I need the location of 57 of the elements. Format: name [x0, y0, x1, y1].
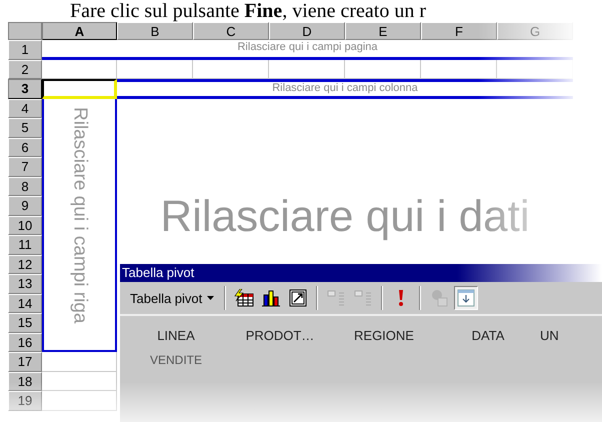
field-button[interactable]: DATA	[436, 326, 540, 345]
data-zone-label: Rilasciare qui i dati	[160, 192, 530, 240]
field-button[interactable]: REGIONE	[332, 326, 436, 345]
row-header[interactable]: 1	[8, 40, 42, 60]
caret-icon	[207, 296, 214, 300]
column-header[interactable]: D	[269, 22, 345, 40]
row-zone-label: Rilasciare qui i campi riga	[68, 106, 90, 323]
settings-icon	[429, 289, 450, 307]
field-button[interactable]: UN	[540, 326, 559, 345]
grid-cell[interactable]	[193, 60, 269, 79]
column-drop-zone[interactable]: Rilasciare qui i campi colonna	[117, 79, 573, 98]
grid-cell[interactable]	[42, 60, 117, 79]
column-header[interactable]: C	[193, 22, 269, 40]
column-header[interactable]: B	[117, 22, 193, 40]
grid-cell[interactable]	[117, 60, 193, 79]
grid-cell[interactable]	[42, 352, 117, 372]
row-header[interactable]: 19	[8, 391, 42, 410]
field-button[interactable]: PRODOT…	[228, 326, 332, 345]
grid-cell[interactable]	[497, 60, 573, 79]
grid-cell[interactable]	[42, 372, 117, 391]
row-header[interactable]: 9	[8, 196, 42, 216]
column-header[interactable]: F	[421, 22, 497, 40]
row-header[interactable]: 3	[8, 79, 42, 98]
column-header[interactable]: E	[345, 22, 421, 40]
toolbar-title: Tabella pivot	[120, 264, 602, 282]
row-header[interactable]: 4	[8, 98, 42, 118]
expand-list-icon	[353, 289, 374, 307]
collapse-list-icon	[326, 289, 346, 307]
grid-cell[interactable]	[269, 60, 345, 79]
row-header[interactable]: 13	[8, 274, 42, 294]
page-drop-zone[interactable]: Rilasciare qui i campi pagina	[42, 40, 573, 60]
row-header[interactable]: 11	[8, 235, 42, 254]
row-header[interactable]: 14	[8, 294, 42, 313]
row-header[interactable]: 2	[8, 60, 42, 79]
row-header[interactable]: 10	[8, 216, 42, 235]
column-header[interactable]: A	[42, 22, 117, 40]
row-header[interactable]: 6	[8, 138, 42, 157]
row-header[interactable]: 17	[8, 352, 42, 372]
row-header[interactable]: 8	[8, 176, 42, 196]
lightning-table-icon	[234, 289, 254, 307]
selected-cell[interactable]	[42, 79, 117, 98]
row-header[interactable]: 7	[8, 157, 42, 176]
pivot-menu-button[interactable]: Tabella pivot	[126, 288, 218, 308]
row-header[interactable]: 16	[8, 332, 42, 352]
grid-cell[interactable]	[42, 391, 117, 410]
intro-text: Fare clic sul pulsante Fine, viene creato un r	[69, 0, 428, 22]
table-list-icon	[456, 289, 476, 307]
grid-cell[interactable]	[421, 60, 497, 79]
row-header[interactable]: 15	[8, 313, 42, 332]
field-button[interactable]: VENDITE	[124, 351, 228, 369]
field-button[interactable]: LINEA	[124, 326, 228, 345]
exclamation-icon	[398, 289, 404, 307]
row-header[interactable]: 18	[8, 372, 42, 391]
bar-chart-icon	[261, 289, 282, 307]
row-header[interactable]: 5	[8, 118, 42, 138]
row-header[interactable]: 12	[8, 254, 42, 274]
grid-cell[interactable]	[345, 60, 421, 79]
